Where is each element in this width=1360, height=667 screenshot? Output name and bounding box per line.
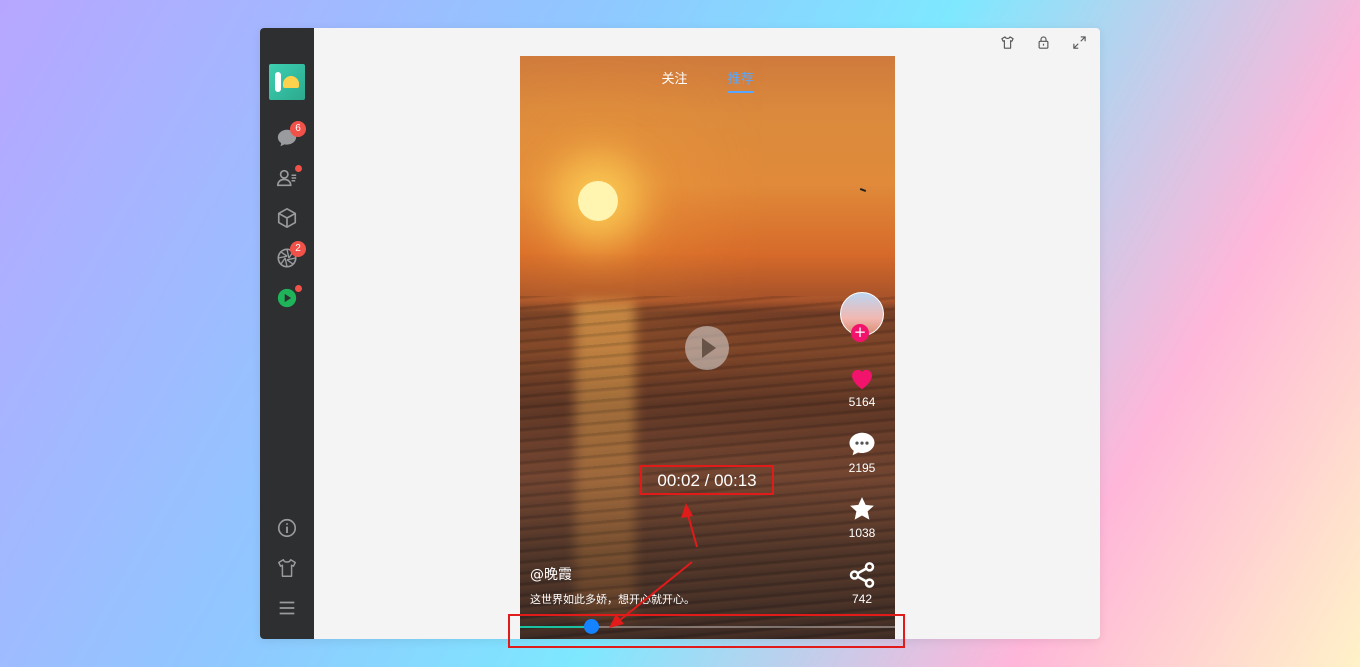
follow-button[interactable]: + (851, 324, 869, 342)
moments-badge: 2 (290, 241, 306, 257)
share-button[interactable]: 742 (839, 560, 885, 606)
author-name[interactable]: @晚霞 (530, 564, 695, 584)
share-icon (849, 562, 875, 588)
sidebar-item-video[interactable] (260, 280, 314, 316)
video-bird (859, 188, 867, 192)
shirt-icon (1000, 35, 1014, 49)
sidebar-item-contacts[interactable] (260, 160, 314, 196)
shirt-icon (278, 559, 296, 577)
star-icon (850, 497, 874, 520)
chat-badge: 6 (290, 121, 306, 137)
favorite-count: 1038 (848, 526, 876, 540)
info-icon (277, 518, 297, 538)
play-button[interactable] (685, 326, 729, 370)
sidebar-item-moments[interactable]: 2 (260, 240, 314, 276)
lock-button[interactable] (1032, 33, 1054, 51)
video-tabs: 关注 推荐 (520, 68, 895, 93)
expand-button[interactable] (1068, 33, 1090, 51)
avatar-figure-shape (275, 72, 281, 92)
like-button[interactable]: 5164 (839, 363, 885, 409)
sidebar-item-info[interactable] (260, 510, 314, 546)
window-actions (996, 33, 1090, 51)
comment-count: 2195 (848, 461, 876, 475)
tab-recommended[interactable]: 推荐 (727, 68, 754, 93)
sidebar-item-box[interactable] (260, 200, 314, 236)
video-sun (578, 181, 618, 221)
time-display: 00:02 / 00:13 (640, 465, 774, 495)
video-dot (295, 285, 302, 292)
skin-button[interactable] (996, 33, 1018, 51)
app-window: 6 2 关注 推荐 00:02 / 00:13 + 5164 2195 1038… (260, 28, 1100, 639)
favorite-button[interactable]: 1038 (839, 494, 885, 540)
user-avatar[interactable] (269, 64, 305, 100)
progress-highlight-box (508, 614, 905, 648)
like-count: 5164 (848, 395, 876, 409)
contacts-dot (295, 165, 302, 172)
sidebar-item-chat[interactable]: 6 (260, 120, 314, 156)
tab-following[interactable]: 关注 (661, 68, 687, 93)
menu-icon (279, 601, 295, 615)
sidebar-item-menu[interactable] (260, 590, 314, 626)
share-count: 742 (851, 592, 873, 606)
comment-button[interactable]: 2195 (839, 429, 885, 475)
video-caption: @晚霞 这世界如此多娇，想开心就开心。 (530, 564, 695, 607)
avatar-sun-shape (283, 76, 299, 88)
expand-icon (1072, 35, 1086, 49)
video-description: 这世界如此多娇，想开心就开心。 (530, 593, 695, 606)
sidebar: 6 2 (260, 28, 314, 639)
comment-icon (849, 432, 875, 456)
lock-icon (1038, 35, 1048, 49)
heart-icon (852, 369, 872, 390)
sidebar-item-skin[interactable] (260, 550, 314, 586)
cube-icon (277, 208, 297, 228)
video-player[interactable]: 关注 推荐 00:02 / 00:13 + 5164 2195 1038 742… (520, 56, 895, 639)
